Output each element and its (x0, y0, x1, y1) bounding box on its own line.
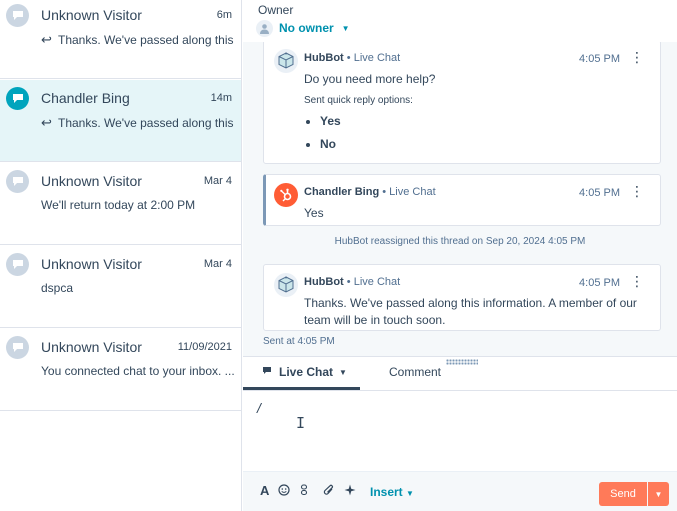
message-card: Chandler Bing • Live Chat 4:05 PM ⋮ Yes (263, 174, 661, 226)
text-cursor-icon: I (296, 414, 306, 432)
kebab-menu-icon[interactable]: ⋮ (630, 50, 644, 66)
conversation-time: Mar 4 (203, 175, 232, 187)
composer-toolbar: A Insert ▼ Send ▼ (243, 471, 677, 511)
reply-arrow-icon: ↩ (41, 32, 52, 47)
chat-bubble-icon (6, 336, 29, 359)
hubspot-sprocket-icon (274, 183, 298, 207)
text-format-icon[interactable]: A (260, 483, 269, 498)
message-channel: Live Chat (353, 52, 401, 64)
send-options-button[interactable]: ▼ (648, 482, 669, 506)
chat-bubble-icon (6, 87, 29, 110)
conversation-item[interactable]: Unknown Visitor 11/09/2021 You connected… (0, 329, 241, 411)
chat-bubble-icon (6, 4, 29, 27)
conversation-item-selected[interactable]: Chandler Bing 14m ↩ Thanks. We've passed … (0, 80, 241, 162)
conversation-list: Unknown Visitor 6m ↩ Thanks. We've passed… (0, 0, 242, 511)
caret-down-icon: ▼ (341, 23, 350, 33)
active-tab-indicator (243, 387, 360, 390)
conversation-preview: ↩ Thanks. We've passed along this... (41, 32, 234, 47)
insert-label: Insert (370, 485, 403, 499)
conversation-time: Mar 4 (203, 258, 232, 270)
message-card: HubBot • Live Chat 4:05 PM ⋮ Thanks. We'… (263, 264, 661, 331)
kebab-menu-icon[interactable]: ⋮ (630, 274, 644, 290)
message-meta: HubBot • Live Chat (304, 52, 401, 64)
insert-dropdown[interactable]: Insert ▼ (370, 485, 414, 499)
message-body: Do you need more help? Sent quick reply … (304, 71, 646, 159)
conversation-item[interactable]: Unknown Visitor 6m ↩ Thanks. We've passed… (0, 0, 241, 79)
owner-value: No owner (279, 21, 334, 35)
conversation-time: 11/09/2021 (177, 341, 232, 353)
system-note: HubBot reassigned this thread on Sep 20,… (334, 236, 586, 247)
send-button[interactable]: Send (599, 482, 647, 506)
conversation-name: Chandler Bing (41, 90, 130, 106)
message-channel: Live Chat (353, 276, 401, 288)
conversation-detail: Owner No owner ▼ HubBot • Live Chat 4:05… (243, 0, 677, 511)
message-meta: HubBot • Live Chat (304, 276, 401, 288)
message-sender: HubBot (304, 52, 344, 64)
conversation-preview: We'll return today at 2:00 PM (41, 198, 196, 212)
emoji-icon[interactable] (278, 484, 290, 499)
owner-dropdown[interactable]: No owner ▼ (256, 19, 350, 37)
chat-bubble-icon (6, 253, 29, 276)
message-thread[interactable]: HubBot • Live Chat 4:05 PM ⋮ Do you need… (243, 42, 677, 356)
conversation-preview: ↩ Thanks. We've passed along this... (41, 115, 234, 130)
owner-label: Owner (258, 3, 294, 17)
reply-composer: Live Chat ▼ Comment / I A Insert ▼ Send … (243, 356, 677, 511)
message-sender: HubBot (304, 276, 344, 288)
message-time: 4:05 PM (579, 277, 620, 289)
conversation-item[interactable]: Unknown Visitor Mar 4 dspca (0, 246, 241, 328)
conversation-time: 6m (216, 9, 232, 21)
conversation-preview: You connected chat to your inbox. ... (41, 364, 234, 378)
message-sender: Chandler Bing (304, 186, 380, 198)
conversation-name: Unknown Visitor (41, 339, 142, 355)
caret-down-icon: ▼ (406, 489, 414, 498)
person-icon (256, 19, 273, 37)
message-card: HubBot • Live Chat 4:05 PM ⋮ Do you need… (263, 42, 661, 164)
conversation-name: Unknown Visitor (41, 256, 142, 272)
chat-bubble-icon (6, 170, 29, 193)
tab-label: Live Chat (279, 365, 334, 379)
snippet-icon[interactable] (300, 484, 308, 499)
message-channel: Live Chat (389, 186, 436, 198)
sent-at: Sent at 4:05 PM (263, 336, 335, 347)
editor-text: / (257, 400, 261, 416)
caret-down-icon: ▼ (339, 368, 347, 377)
robot-icon (274, 49, 298, 73)
caret-down-icon: ▼ (654, 489, 663, 499)
chat-bubble-icon (262, 365, 273, 379)
resize-handle[interactable] (446, 359, 478, 365)
sparkle-icon[interactable] (344, 484, 356, 499)
message-time: 4:05 PM (579, 53, 620, 65)
message-text: Thanks. We've passed along this informat… (304, 296, 637, 327)
tab-label: Comment (389, 365, 442, 379)
conversation-preview: dspca (41, 281, 74, 295)
message-editor[interactable]: / I (243, 392, 677, 470)
message-text: Yes (304, 206, 324, 220)
quick-reply-caption: Sent quick reply options: (304, 95, 413, 106)
robot-icon (274, 273, 298, 297)
message-text: Do you need more help? (304, 72, 436, 86)
conversation-item[interactable]: Unknown Visitor Mar 4 We'll return today… (0, 163, 241, 245)
quick-reply-options: Yes No (320, 113, 646, 153)
quick-reply-option: No (320, 136, 646, 153)
message-meta: Chandler Bing • Live Chat (304, 186, 436, 198)
quick-reply-option: Yes (320, 113, 646, 130)
tab-comment[interactable]: Comment (389, 365, 441, 391)
reply-arrow-icon: ↩ (41, 115, 52, 130)
conversation-time: 14m (210, 92, 232, 104)
conversation-name: Unknown Visitor (41, 173, 142, 189)
kebab-menu-icon[interactable]: ⋮ (630, 184, 644, 200)
conversation-name: Unknown Visitor (41, 7, 142, 23)
message-time: 4:05 PM (579, 187, 620, 199)
paperclip-icon[interactable] (323, 484, 335, 500)
